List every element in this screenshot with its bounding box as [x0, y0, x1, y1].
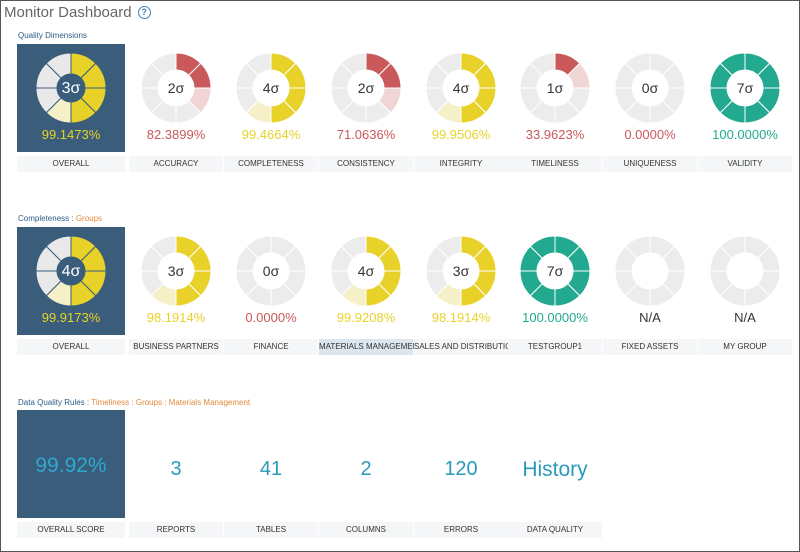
quality-donut-0: 3σ — [35, 52, 107, 124]
completeness-donut-5: 7σ — [519, 235, 591, 307]
completeness-donut-3: 4σ — [330, 235, 402, 307]
completeness-caption-6: FIXED ASSETS — [603, 339, 697, 355]
rules-stat-value-0: 3 — [170, 458, 182, 480]
header: Monitor Dashboard ? — [4, 2, 151, 22]
quality-pct-2: 99.4664% — [241, 127, 301, 142]
completeness-pct-0: 99.9173% — [41, 310, 101, 325]
crumb-timeliness[interactable]: Timeliness — [91, 398, 129, 407]
quality-caption-3: CONSISTENCY — [319, 156, 413, 172]
completeness-caption-1: BUSINESS PARTNERS — [129, 339, 223, 355]
completeness-sep: : — [69, 214, 76, 223]
rules-section-label: Data Quality Rules : Timeliness : Groups… — [18, 398, 250, 407]
completeness-caption-5: TESTGROUP1 — [508, 339, 602, 355]
quality-caption-5: TIMELINESS — [508, 156, 602, 172]
rules-stat-caption-4: DATA QUALITY — [508, 522, 602, 538]
quality-sigma-0: 3σ — [62, 80, 81, 97]
quality-caption-2: COMPLETENESS — [224, 156, 318, 172]
quality-pct-6: 0.0000% — [624, 127, 676, 142]
completeness-pct-1: 98.1914% — [146, 310, 206, 325]
crumb-materials-management[interactable]: Materials Management — [169, 398, 250, 407]
quality-caption-0: OVERALL — [17, 156, 125, 172]
completeness-pct-2: 0.0000% — [245, 310, 297, 325]
page-title: Monitor Dashboard — [4, 3, 132, 21]
completeness-sigma-0: 4σ — [62, 263, 81, 280]
quality-donut-3: 2σ — [330, 52, 402, 124]
quality-sigma-5: 1σ — [547, 80, 564, 96]
quality-pct-7: 100.0000% — [712, 127, 778, 142]
quality-caption-4: INTEGRITY — [414, 156, 508, 172]
completeness-pct-3: 99.9208% — [336, 310, 396, 325]
quality-pct-0: 99.1473% — [41, 127, 101, 142]
completeness-sigma-2: 0σ — [263, 263, 280, 279]
completeness-section-label: Completeness : Groups — [18, 214, 102, 223]
overall-score-value: 99.92% — [35, 454, 107, 477]
quality-pct-4: 99.9506% — [431, 127, 491, 142]
quality-caption-7: VALIDITY — [698, 156, 792, 172]
quality-sigma-1: 2σ — [168, 80, 185, 96]
completeness-caption-0: OVERALL — [17, 339, 125, 355]
rules-stat-value-2: 2 — [360, 458, 372, 480]
rules-sep-1: : — [129, 398, 136, 407]
completeness-caption-3: MATERIALS MANAGEMENT — [319, 339, 423, 355]
completeness-pct-5: 100.0000% — [522, 310, 588, 325]
quality-caption-6: UNIQUENESS — [603, 156, 697, 172]
quality-pct-1: 82.3899% — [146, 127, 206, 142]
completeness-donut-7 — [709, 235, 781, 307]
completeness-pct-6: N/A — [639, 310, 661, 325]
quality-donut-7: 7σ — [709, 52, 781, 124]
crumb-groups[interactable]: Groups — [136, 398, 162, 407]
quality-pct-5: 33.9623% — [525, 127, 585, 142]
rules-stat-value-3: 120 — [444, 458, 478, 480]
completeness-pct-7: N/A — [734, 310, 756, 325]
groups-link[interactable]: Groups — [76, 214, 102, 223]
rules-stat-value-1: 41 — [259, 458, 283, 480]
completeness-label: Completeness — [18, 214, 70, 223]
rules-stat-caption-2: COLUMNS — [319, 522, 413, 538]
completeness-sigma-3: 4σ — [358, 263, 375, 279]
rules-stat-value-4: History — [522, 458, 588, 481]
quality-section-label: Quality Dimensions — [18, 31, 87, 40]
quality-sigma-7: 7σ — [737, 80, 754, 96]
completeness-caption-4: SALES AND DISTRIBUTION — [414, 339, 517, 355]
quality-donut-2: 4σ — [235, 52, 307, 124]
completeness-donut-4: 3σ — [425, 235, 497, 307]
completeness-donut-2: 0σ — [235, 235, 307, 307]
rules-sep-2: : — [162, 398, 169, 407]
rules-label: Data Quality Rules — [18, 398, 85, 407]
quality-caption-1: ACCURACY — [129, 156, 223, 172]
completeness-donut-1: 3σ — [140, 235, 212, 307]
quality-sigma-6: 0σ — [642, 80, 659, 96]
completeness-caption-7: MY GROUP — [698, 339, 792, 355]
help-icon[interactable]: ? — [137, 5, 151, 19]
completeness-sigma-4: 3σ — [453, 263, 470, 279]
completeness-donut-6 — [614, 235, 686, 307]
completeness-donut-6-hole — [633, 254, 667, 288]
overall-score-caption: OVERALL SCORE — [17, 522, 125, 538]
completeness-caption-2: FINANCE — [224, 339, 318, 355]
completeness-donut-0: 4σ — [35, 235, 107, 307]
completeness-sigma-5: 7σ — [547, 263, 564, 279]
quality-donut-6: 0σ — [614, 52, 686, 124]
quality-donut-5: 1σ — [519, 52, 591, 124]
completeness-donut-7-hole — [728, 254, 762, 288]
quality-sigma-4: 4σ — [453, 80, 470, 96]
quality-donut-1: 2σ — [140, 52, 212, 124]
quality-sigma-2: 4σ — [263, 80, 280, 96]
quality-donut-4: 4σ — [425, 52, 497, 124]
quality-sigma-3: 2σ — [358, 80, 375, 96]
quality-label: Quality Dimensions — [18, 31, 87, 40]
rules-stat-caption-0: REPORTS — [129, 522, 223, 538]
rules-stat-caption-1: TABLES — [224, 522, 318, 538]
quality-pct-3: 71.0636% — [336, 127, 396, 142]
completeness-pct-4: 98.1914% — [431, 310, 491, 325]
completeness-sigma-1: 3σ — [168, 263, 185, 279]
rules-stat-caption-3: ERRORS — [414, 522, 508, 538]
